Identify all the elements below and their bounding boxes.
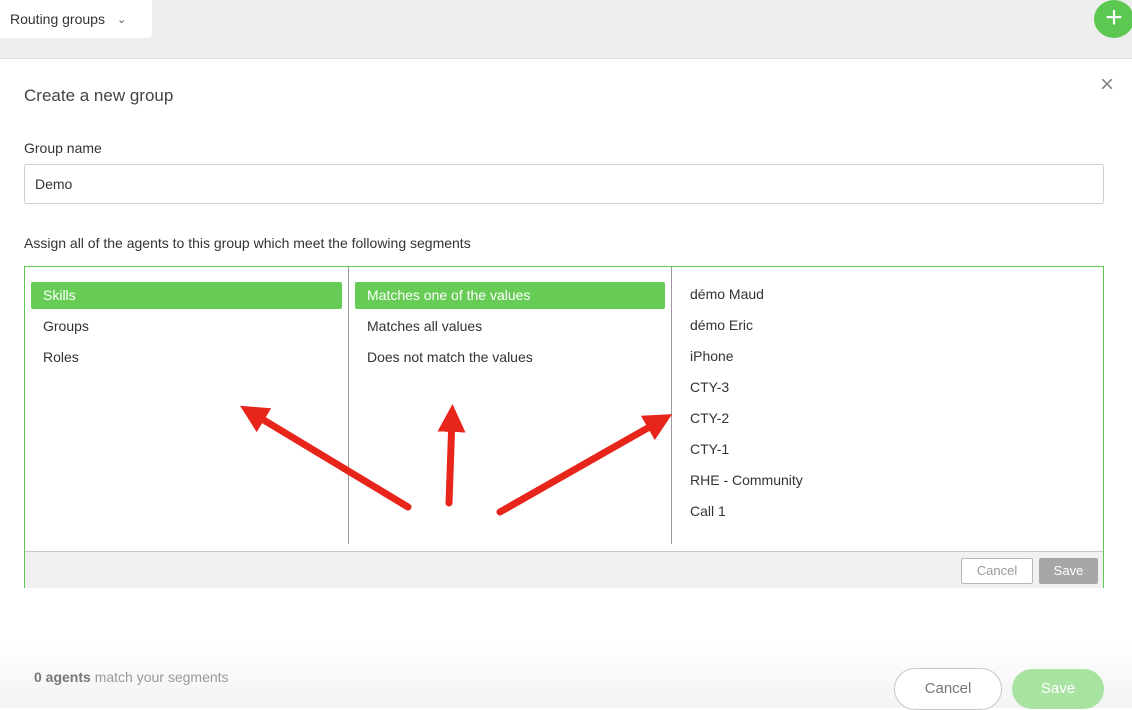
- value-item[interactable]: CTY-1: [690, 434, 803, 465]
- value-item[interactable]: CTY-2: [690, 403, 803, 434]
- routing-groups-dropdown[interactable]: Routing groups ⌄: [0, 0, 152, 38]
- operator-item-does-not-match[interactable]: Does not match the values: [355, 344, 665, 371]
- segment-category-column: Skills Groups Roles: [25, 267, 349, 544]
- values-list: démo Maud démo Eric iPhone CTY-3 CTY-2 C…: [690, 267, 803, 527]
- operator-item-matches-all[interactable]: Matches all values: [355, 313, 665, 340]
- segment-picker-footer: Cancel Save: [25, 551, 1103, 588]
- operator-item-matches-one[interactable]: Matches one of the values: [355, 282, 665, 309]
- add-group-button[interactable]: +: [1094, 0, 1132, 38]
- segment-operator-column: Matches one of the values Matches all va…: [349, 267, 672, 544]
- group-name-input[interactable]: [24, 164, 1104, 204]
- group-name-label: Group name: [24, 140, 102, 156]
- value-item[interactable]: iPhone: [690, 341, 803, 372]
- agent-match-summary: 0 agents match your segments: [34, 669, 229, 685]
- segment-cancel-button[interactable]: Cancel: [961, 558, 1033, 584]
- save-button[interactable]: Save: [1012, 669, 1104, 709]
- top-bar: Routing groups ⌄: [0, 0, 1132, 59]
- routing-groups-label: Routing groups: [10, 11, 105, 27]
- dialog-title: Create a new group: [24, 86, 174, 105]
- value-item[interactable]: Call 1: [690, 496, 803, 527]
- category-item-skills[interactable]: Skills: [31, 282, 342, 309]
- chevron-down-icon: ⌄: [116, 13, 127, 26]
- segment-picker: Skills Groups Roles Matches one of the v…: [24, 266, 1104, 588]
- value-item[interactable]: démo Maud: [690, 279, 803, 310]
- category-item-groups[interactable]: Groups: [31, 313, 342, 340]
- assign-instructions: Assign all of the agents to this group w…: [24, 235, 471, 251]
- agent-match-suffix: match your segments: [94, 669, 229, 685]
- close-icon[interactable]: ×: [1097, 73, 1117, 97]
- cancel-button[interactable]: Cancel: [894, 668, 1002, 710]
- category-item-roles[interactable]: Roles: [31, 344, 342, 371]
- value-item[interactable]: CTY-3: [690, 372, 803, 403]
- value-item[interactable]: démo Eric: [690, 310, 803, 341]
- value-item[interactable]: RHE - Community: [690, 465, 803, 496]
- plus-icon: +: [1105, 1, 1123, 34]
- agent-match-count: 0 agents: [34, 669, 91, 685]
- value-item-partial[interactable]: [690, 267, 803, 279]
- segment-values-column[interactable]: démo Maud démo Eric iPhone CTY-3 CTY-2 C…: [672, 267, 1103, 544]
- segment-save-button[interactable]: Save: [1039, 558, 1098, 584]
